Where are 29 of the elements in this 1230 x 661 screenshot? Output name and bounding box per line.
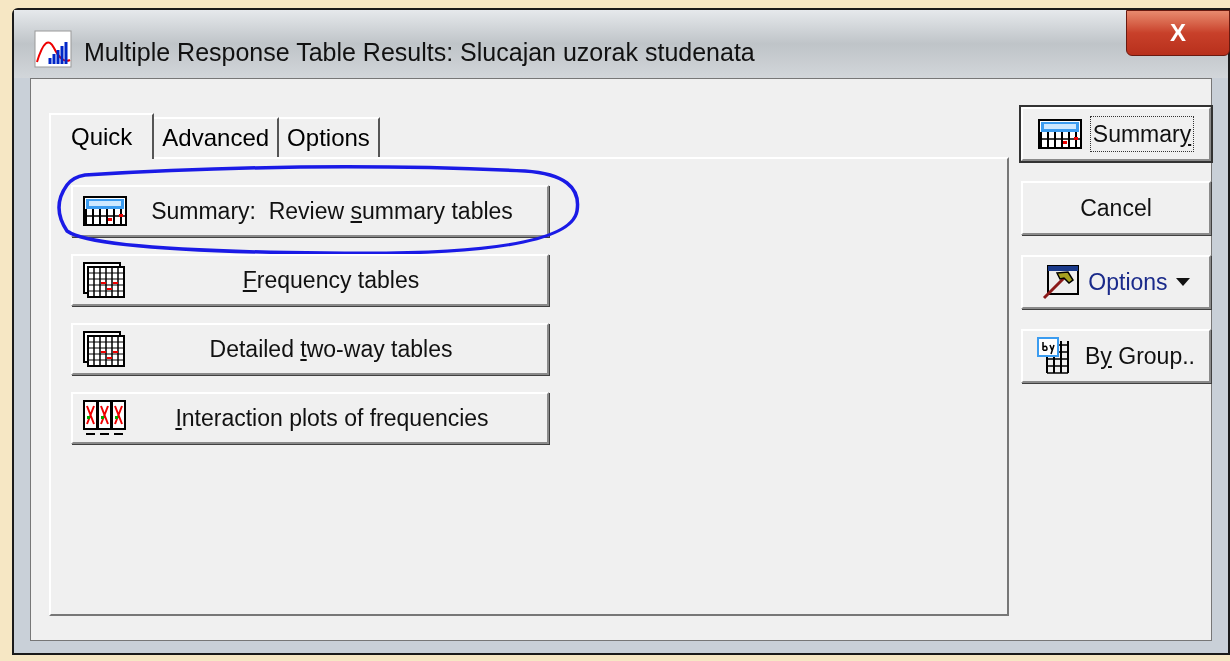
dropdown-caret-icon [1175, 278, 1190, 286]
table-icon [83, 262, 125, 298]
side-button[interactable]: Cancel [1021, 181, 1211, 235]
button-label: Summary: Review summary tables [151, 196, 513, 226]
tab[interactable]: Options [279, 117, 380, 157]
command-button[interactable]: Detailed two-way tables [71, 323, 549, 375]
command-button[interactable]: Interaction plots of frequencies [71, 392, 549, 444]
button-label: Cancel [1080, 194, 1152, 221]
tab[interactable]: Quick [49, 113, 155, 159]
button-label: By Group.. [1085, 342, 1195, 369]
close-button[interactable]: X [1126, 10, 1230, 56]
command-button[interactable]: Frequency tables [71, 254, 549, 306]
command-button[interactable]: Summary: Review summary tables [71, 185, 549, 237]
button-label: Options [1088, 268, 1168, 295]
table-icon [83, 331, 125, 367]
button-label: Detailed two-way tables [209, 334, 453, 364]
plot-icon [83, 400, 127, 436]
button-label: Summary [1092, 120, 1192, 147]
hammer-icon [1042, 264, 1081, 300]
side-button[interactable]: Options [1021, 255, 1211, 309]
side-button[interactable]: Summary [1021, 107, 1211, 161]
tab[interactable]: Advanced [154, 117, 280, 157]
table-icon [1037, 119, 1082, 149]
button-label: Interaction plots of frequencies [175, 403, 489, 433]
button-label: Frequency tables [242, 265, 420, 295]
side-button[interactable]: By Group.. [1021, 329, 1211, 383]
chart-icon [34, 30, 72, 68]
table-icon [83, 196, 127, 226]
window-title: Multiple Response Table Results: Slucajan uzorak studenata [84, 37, 755, 68]
